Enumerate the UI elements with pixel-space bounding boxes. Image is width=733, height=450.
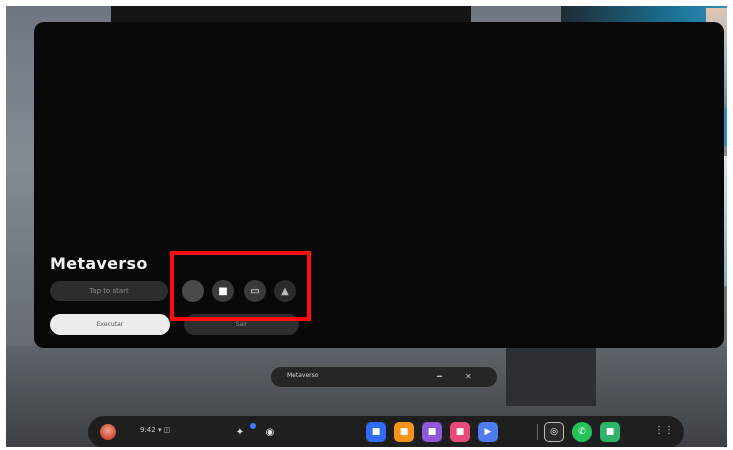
taskbar-app-6[interactable]: ◎ <box>544 422 564 442</box>
app-2-icon: ■ <box>399 427 409 437</box>
status-pill[interactable]: Tap to start <box>50 281 168 301</box>
app-3-icon: ■ <box>427 427 437 437</box>
taskbar-app-8[interactable]: ■ <box>600 422 620 442</box>
mini-window-bar[interactable]: Metaverso ━ ✕ <box>271 367 497 387</box>
app-grid-icon[interactable]: ⋮⋮ <box>654 425 674 436</box>
highlight-box <box>170 251 311 321</box>
app-8-icon: ■ <box>605 427 615 437</box>
app-6-icon: ◎ <box>550 427 558 437</box>
notification-dot <box>250 423 256 429</box>
primary-button[interactable]: Executar <box>50 314 170 335</box>
taskbar-app-5[interactable]: ▶ <box>478 422 498 442</box>
avatar[interactable] <box>100 424 116 440</box>
visibility-icon[interactable]: ◉ <box>262 424 278 440</box>
taskbar-app-4[interactable]: ■ <box>450 422 470 442</box>
status-clock[interactable]: 9:42 ▾ ◫ <box>140 426 170 434</box>
app-window[interactable]: Metaverso Tap to start ■ ▭ ▲ Executar Sa… <box>34 22 724 348</box>
vr-environment-background: Metaverso Tap to start ■ ▭ ▲ Executar Sa… <box>6 6 727 447</box>
close-icon[interactable]: ✕ <box>465 372 472 381</box>
whatsapp-icon: ✆ <box>578 427 586 437</box>
taskbar-app-1[interactable]: ■ <box>366 422 386 442</box>
taskbar-separator <box>537 424 538 440</box>
taskbar-whatsapp[interactable]: ✆ <box>572 422 592 442</box>
taskbar-app-3[interactable]: ■ <box>422 422 442 442</box>
app-title: Metaverso <box>50 254 148 273</box>
app-4-icon: ■ <box>455 427 465 437</box>
minimize-icon[interactable]: ━ <box>437 372 442 381</box>
notifications-icon[interactable]: ✦ <box>232 424 248 440</box>
status-text: Tap to start <box>89 287 129 295</box>
app-5-icon: ▶ <box>484 427 492 437</box>
secondary-button-label: Sair <box>235 321 248 328</box>
taskbar-app-2[interactable]: ■ <box>394 422 414 442</box>
primary-button-label: Executar <box>96 321 124 328</box>
mini-window-title: Metaverso <box>287 372 319 379</box>
taskbar: 9:42 ▾ ◫ ✦ ◉ ■ ■ ■ ■ ▶ ◎ ✆ ■ ⋮⋮ <box>88 416 684 447</box>
app-1-icon: ■ <box>371 427 381 437</box>
